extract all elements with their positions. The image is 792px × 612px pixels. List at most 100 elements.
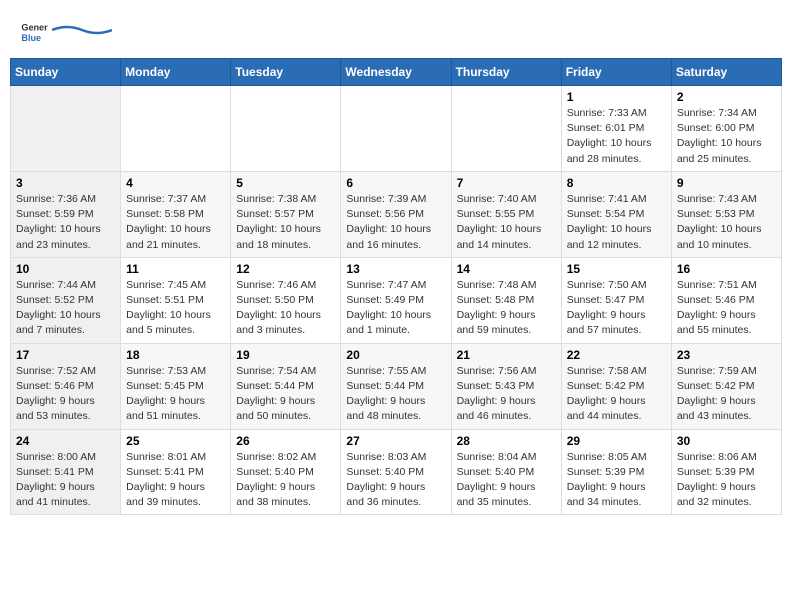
day-info: Sunrise: 7:52 AMSunset: 5:46 PMDaylight:…: [16, 364, 115, 425]
day-info: Sunrise: 7:34 AMSunset: 6:00 PMDaylight:…: [677, 106, 776, 167]
calendar-cell: 7Sunrise: 7:40 AMSunset: 5:55 PMDaylight…: [451, 171, 561, 257]
day-number: 27: [346, 434, 445, 448]
day-number: 2: [677, 90, 776, 104]
day-info: Sunrise: 8:00 AMSunset: 5:41 PMDaylight:…: [16, 450, 115, 511]
day-number: 21: [457, 348, 556, 362]
day-info: Sunrise: 7:54 AMSunset: 5:44 PMDaylight:…: [236, 364, 335, 425]
weekday-header: Tuesday: [231, 59, 341, 86]
day-number: 7: [457, 176, 556, 190]
calendar-week-row: 3 Sunrise: 7:36 AMSunset: 5:59 PMDaylight…: [11, 171, 782, 257]
calendar-table: SundayMondayTuesdayWednesdayThursdayFrid…: [10, 58, 782, 515]
page-header: General Blue: [10, 10, 782, 58]
calendar-week-row: 1 Sunrise: 7:33 AMSunset: 6:01 PMDaylight…: [11, 86, 782, 172]
day-info: Sunrise: 8:01 AMSunset: 5:41 PMDaylight:…: [126, 450, 225, 511]
calendar-cell: 18Sunrise: 7:53 AMSunset: 5:45 PMDayligh…: [121, 343, 231, 429]
day-number: 3: [16, 176, 115, 190]
day-number: 24: [16, 434, 115, 448]
day-number: 15: [567, 262, 666, 276]
calendar-cell: 14 Sunrise: 7:48 AMSunset: 5:48 PMDayligh…: [451, 257, 561, 343]
day-info: Sunrise: 8:05 AMSunset: 5:39 PMDaylight:…: [567, 450, 666, 511]
day-number: 14: [457, 262, 556, 276]
day-number: 30: [677, 434, 776, 448]
day-number: 17: [16, 348, 115, 362]
day-info: Sunrise: 8:04 AMSunset: 5:40 PMDaylight:…: [457, 450, 556, 511]
day-number: 8: [567, 176, 666, 190]
day-info: Sunrise: 7:55 AMSunset: 5:44 PMDaylight:…: [346, 364, 445, 425]
calendar-cell: 24 Sunrise: 8:00 AMSunset: 5:41 PMDayligh…: [11, 429, 121, 515]
calendar-cell: 20 Sunrise: 7:55 AMSunset: 5:44 PMDayligh…: [341, 343, 451, 429]
calendar-week-row: 24 Sunrise: 8:00 AMSunset: 5:41 PMDayligh…: [11, 429, 782, 515]
calendar-cell: 21 Sunrise: 7:56 AMSunset: 5:43 PMDayligh…: [451, 343, 561, 429]
calendar-cell: 11 Sunrise: 7:45 AMSunset: 5:51 PMDayligh…: [121, 257, 231, 343]
day-number: 19: [236, 348, 335, 362]
calendar-cell: 19 Sunrise: 7:54 AMSunset: 5:44 PMDayligh…: [231, 343, 341, 429]
day-info: Sunrise: 7:59 AMSunset: 5:42 PMDaylight:…: [677, 364, 776, 425]
calendar-cell: 16Sunrise: 7:51 AMSunset: 5:46 PMDayligh…: [671, 257, 781, 343]
day-info: Sunrise: 7:53 AMSunset: 5:45 PMDaylight:…: [126, 364, 225, 425]
calendar-cell: 6 Sunrise: 7:39 AMSunset: 5:56 PMDaylight…: [341, 171, 451, 257]
calendar-cell: 26 Sunrise: 8:02 AMSunset: 5:40 PMDayligh…: [231, 429, 341, 515]
weekday-header-row: SundayMondayTuesdayWednesdayThursdayFrid…: [11, 59, 782, 86]
day-info: Sunrise: 8:02 AMSunset: 5:40 PMDaylight:…: [236, 450, 335, 511]
day-info: Sunrise: 7:39 AMSunset: 5:56 PMDaylight:…: [346, 192, 445, 253]
weekday-header: Thursday: [451, 59, 561, 86]
day-info: Sunrise: 7:51 AMSunset: 5:46 PMDaylight:…: [677, 278, 776, 339]
day-number: 6: [346, 176, 445, 190]
day-number: 25: [126, 434, 225, 448]
calendar-cell: 23 Sunrise: 7:59 AMSunset: 5:42 PMDayligh…: [671, 343, 781, 429]
day-number: 9: [677, 176, 776, 190]
weekday-header: Monday: [121, 59, 231, 86]
day-info: Sunrise: 7:36 AMSunset: 5:59 PMDaylight:…: [16, 192, 115, 253]
calendar-week-row: 17 Sunrise: 7:52 AMSunset: 5:46 PMDayligh…: [11, 343, 782, 429]
calendar-cell: 17 Sunrise: 7:52 AMSunset: 5:46 PMDayligh…: [11, 343, 121, 429]
day-number: 13: [346, 262, 445, 276]
calendar-cell: 1 Sunrise: 7:33 AMSunset: 6:01 PMDaylight…: [561, 86, 671, 172]
calendar-cell: 27 Sunrise: 8:03 AMSunset: 5:40 PMDayligh…: [341, 429, 451, 515]
day-number: 26: [236, 434, 335, 448]
calendar-cell: 8 Sunrise: 7:41 AMSunset: 5:54 PMDaylight…: [561, 171, 671, 257]
calendar-cell: 3 Sunrise: 7:36 AMSunset: 5:59 PMDaylight…: [11, 171, 121, 257]
logo-wave: [52, 24, 112, 36]
weekday-header: Friday: [561, 59, 671, 86]
calendar-cell: [231, 86, 341, 172]
calendar-cell: 4 Sunrise: 7:37 AMSunset: 5:58 PMDaylight…: [121, 171, 231, 257]
day-info: Sunrise: 7:44 AMSunset: 5:52 PMDaylight:…: [16, 278, 115, 339]
day-number: 29: [567, 434, 666, 448]
day-info: Sunrise: 7:48 AMSunset: 5:48 PMDaylight:…: [457, 278, 556, 339]
calendar-cell: 15Sunrise: 7:50 AMSunset: 5:47 PMDayligh…: [561, 257, 671, 343]
day-number: 10: [16, 262, 115, 276]
calendar-cell: 9 Sunrise: 7:43 AMSunset: 5:53 PMDaylight…: [671, 171, 781, 257]
weekday-header: Sunday: [11, 59, 121, 86]
weekday-header: Saturday: [671, 59, 781, 86]
day-number: 4: [126, 176, 225, 190]
calendar-cell: 2 Sunrise: 7:34 AMSunset: 6:00 PMDaylight…: [671, 86, 781, 172]
day-number: 12: [236, 262, 335, 276]
day-number: 28: [457, 434, 556, 448]
day-info: Sunrise: 7:56 AMSunset: 5:43 PMDaylight:…: [457, 364, 556, 425]
day-info: Sunrise: 8:03 AMSunset: 5:40 PMDaylight:…: [346, 450, 445, 511]
calendar-cell: [121, 86, 231, 172]
svg-text:Blue: Blue: [21, 33, 41, 43]
day-info: Sunrise: 8:06 AMSunset: 5:39 PMDaylight:…: [677, 450, 776, 511]
day-info: Sunrise: 7:37 AMSunset: 5:58 PMDaylight:…: [126, 192, 225, 253]
weekday-header: Wednesday: [341, 59, 451, 86]
day-number: 20: [346, 348, 445, 362]
calendar-cell: [451, 86, 561, 172]
day-number: 1: [567, 90, 666, 104]
calendar-cell: [11, 86, 121, 172]
calendar-cell: 12Sunrise: 7:46 AMSunset: 5:50 PMDayligh…: [231, 257, 341, 343]
calendar-cell: 29 Sunrise: 8:05 AMSunset: 5:39 PMDayligh…: [561, 429, 671, 515]
calendar-cell: 30 Sunrise: 8:06 AMSunset: 5:39 PMDayligh…: [671, 429, 781, 515]
day-info: Sunrise: 7:58 AMSunset: 5:42 PMDaylight:…: [567, 364, 666, 425]
calendar-cell: 25 Sunrise: 8:01 AMSunset: 5:41 PMDayligh…: [121, 429, 231, 515]
day-info: Sunrise: 7:33 AMSunset: 6:01 PMDaylight:…: [567, 106, 666, 167]
day-info: Sunrise: 7:43 AMSunset: 5:53 PMDaylight:…: [677, 192, 776, 253]
day-info: Sunrise: 7:47 AMSunset: 5:49 PMDaylight:…: [346, 278, 445, 339]
calendar-cell: 13 Sunrise: 7:47 AMSunset: 5:49 PMDayligh…: [341, 257, 451, 343]
day-info: Sunrise: 7:41 AMSunset: 5:54 PMDaylight:…: [567, 192, 666, 253]
day-number: 11: [126, 262, 225, 276]
day-info: Sunrise: 7:38 AMSunset: 5:57 PMDaylight:…: [236, 192, 335, 253]
calendar-cell: 28 Sunrise: 8:04 AMSunset: 5:40 PMDayligh…: [451, 429, 561, 515]
day-info: Sunrise: 7:45 AMSunset: 5:51 PMDaylight:…: [126, 278, 225, 339]
day-number: 23: [677, 348, 776, 362]
